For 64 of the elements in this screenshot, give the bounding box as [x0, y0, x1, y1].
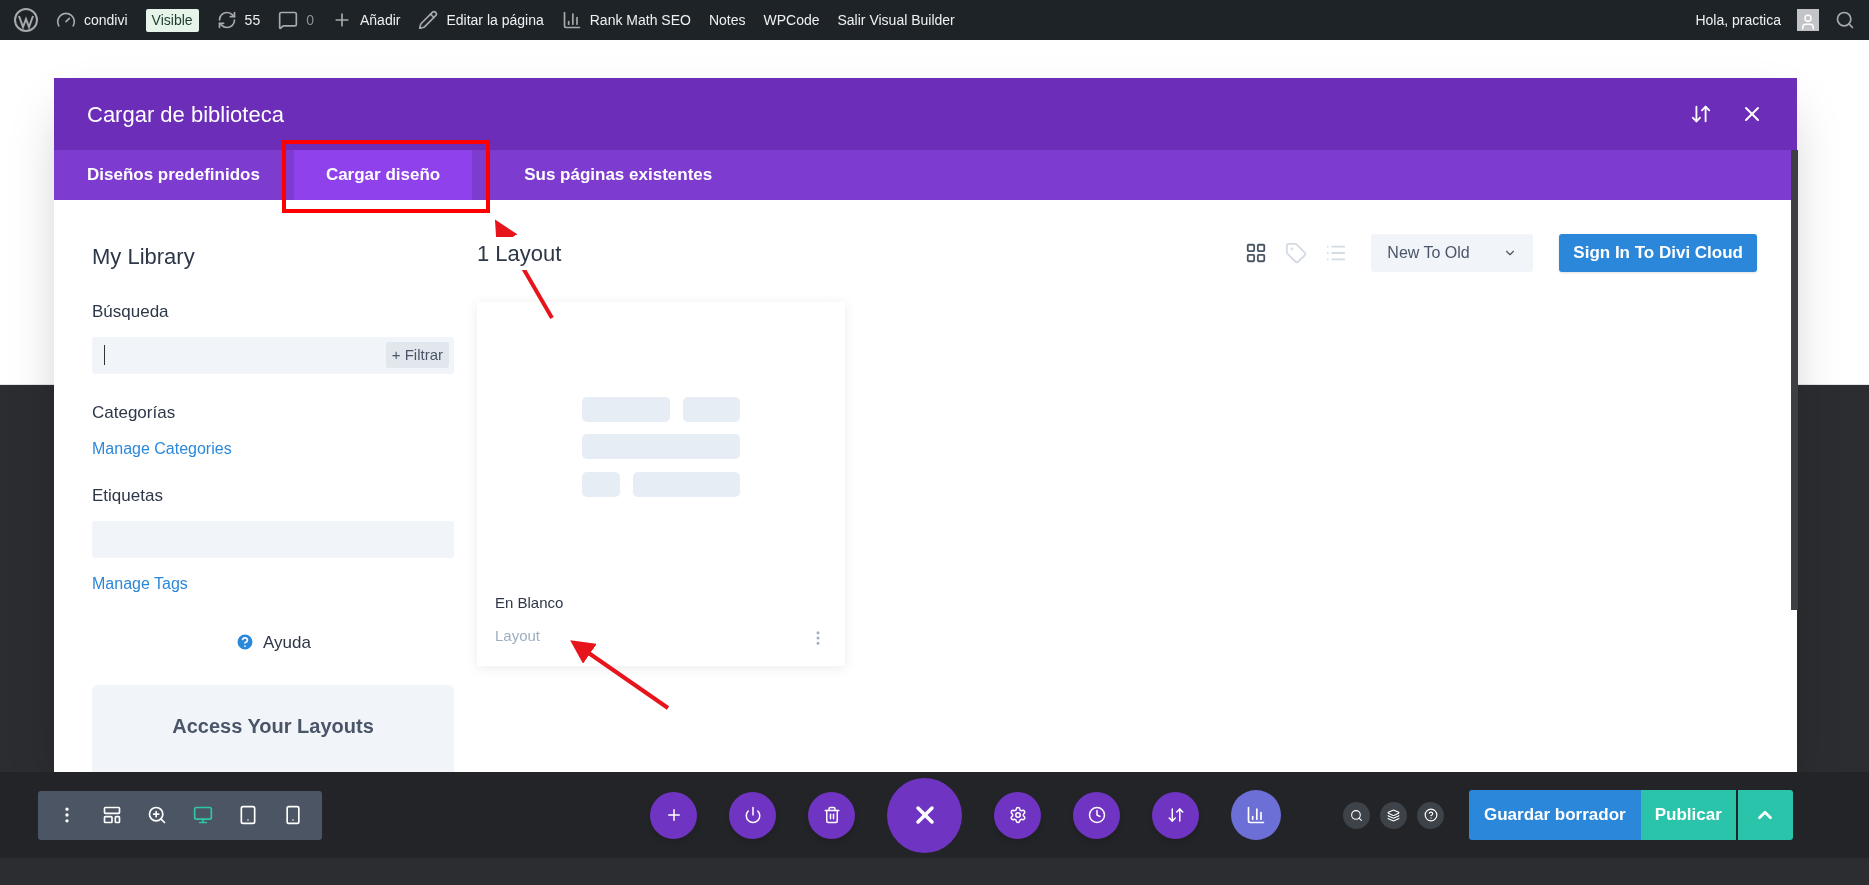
- divi-cloud-button[interactable]: Sign In To Divi Cloud: [1559, 234, 1757, 272]
- layers-button[interactable]: [1380, 801, 1407, 829]
- admin-bar-link[interactable]: condivi: [56, 9, 128, 31]
- manage-tags-link[interactable]: Manage Tags: [92, 571, 454, 596]
- clock-icon: [1087, 806, 1106, 824]
- layout-icon[interactable]: [102, 805, 122, 825]
- comment-icon: [278, 10, 299, 30]
- greeting-text[interactable]: Hola, practica: [1695, 9, 1781, 31]
- modal-tab[interactable]: Diseños predefinidos: [87, 150, 274, 200]
- settings-button[interactable]: [994, 791, 1041, 839]
- search-button[interactable]: [1343, 801, 1370, 829]
- chart-button[interactable]: [1231, 790, 1281, 840]
- manage-categories-link[interactable]: Manage Categories: [92, 437, 454, 461]
- layout-card[interactable]: En Blanco Layout: [477, 302, 845, 666]
- trash-icon: [822, 806, 841, 824]
- modal-tab[interactable]: Sus páginas existentes: [492, 150, 745, 200]
- avatar-icon: [1797, 9, 1819, 31]
- chart-icon: [1246, 805, 1266, 825]
- admin-bar-link[interactable]: Salir Visual Builder: [837, 9, 955, 31]
- pencil-icon: [418, 10, 439, 30]
- gauge-icon: [56, 10, 76, 30]
- refresh-icon: [216, 10, 237, 30]
- filter-button[interactable]: + Filtrar: [385, 341, 449, 369]
- admin-bar-link[interactable]: 0: [278, 9, 314, 31]
- layout-count: 1 Layout: [477, 236, 562, 270]
- admin-bar-link[interactable]: Rank Math SEO: [561, 9, 691, 31]
- search-icon[interactable]: [1835, 10, 1855, 30]
- load-button[interactable]: [729, 791, 776, 839]
- settings-icon: [1008, 806, 1027, 824]
- visibility-badge: Visible: [145, 8, 199, 32]
- history-button[interactable]: [1073, 791, 1120, 839]
- library-title: My Library: [92, 243, 196, 271]
- layout-type: Layout: [495, 625, 542, 646]
- admin-bar-link[interactable]: 55: [216, 9, 261, 31]
- search-field[interactable]: + Filtrar: [92, 336, 454, 374]
- layers-icon: [1387, 808, 1400, 822]
- promo-title: Access Your Layouts: [172, 714, 374, 739]
- tags-label: Etiquetas: [92, 485, 164, 507]
- modal-title: Cargar de biblioteca: [87, 100, 284, 129]
- delete-button[interactable]: [808, 791, 855, 839]
- sort-arrows-icon[interactable]: [1690, 103, 1712, 125]
- help-button[interactable]: [1417, 801, 1444, 829]
- grid-view-icon[interactable]: [1245, 242, 1268, 264]
- admin-bar-link[interactable]: Añadir: [331, 9, 401, 31]
- help-icon: [1423, 808, 1438, 822]
- help-link[interactable]: Ayuda: [263, 629, 311, 655]
- power-icon: [743, 806, 762, 824]
- admin-bar-link[interactable]: Editar la página: [418, 9, 544, 31]
- admin-bar-link[interactable]: Notes: [708, 9, 746, 31]
- categories-label: Categorías: [92, 401, 177, 424]
- sort-select[interactable]: New To Old: [1371, 234, 1534, 272]
- modal-tab[interactable]: Cargar diseño: [293, 150, 473, 200]
- admin-bar-link[interactable]: WPCode: [763, 9, 820, 31]
- save-draft-button[interactable]: Guardar borrador: [1469, 790, 1641, 840]
- sort-arrows-icon: [1166, 806, 1185, 824]
- chart-icon: [561, 10, 582, 30]
- search-icon: [1350, 808, 1363, 822]
- portability-button[interactable]: [1152, 791, 1199, 839]
- zoom-icon[interactable]: [147, 805, 168, 825]
- wordpress-logo-icon[interactable]: [14, 8, 38, 32]
- layout-name: En Blanco: [495, 593, 564, 613]
- search-label: Búsqueda: [92, 301, 170, 323]
- desktop-icon[interactable]: [192, 805, 213, 825]
- help-icon: [235, 632, 256, 653]
